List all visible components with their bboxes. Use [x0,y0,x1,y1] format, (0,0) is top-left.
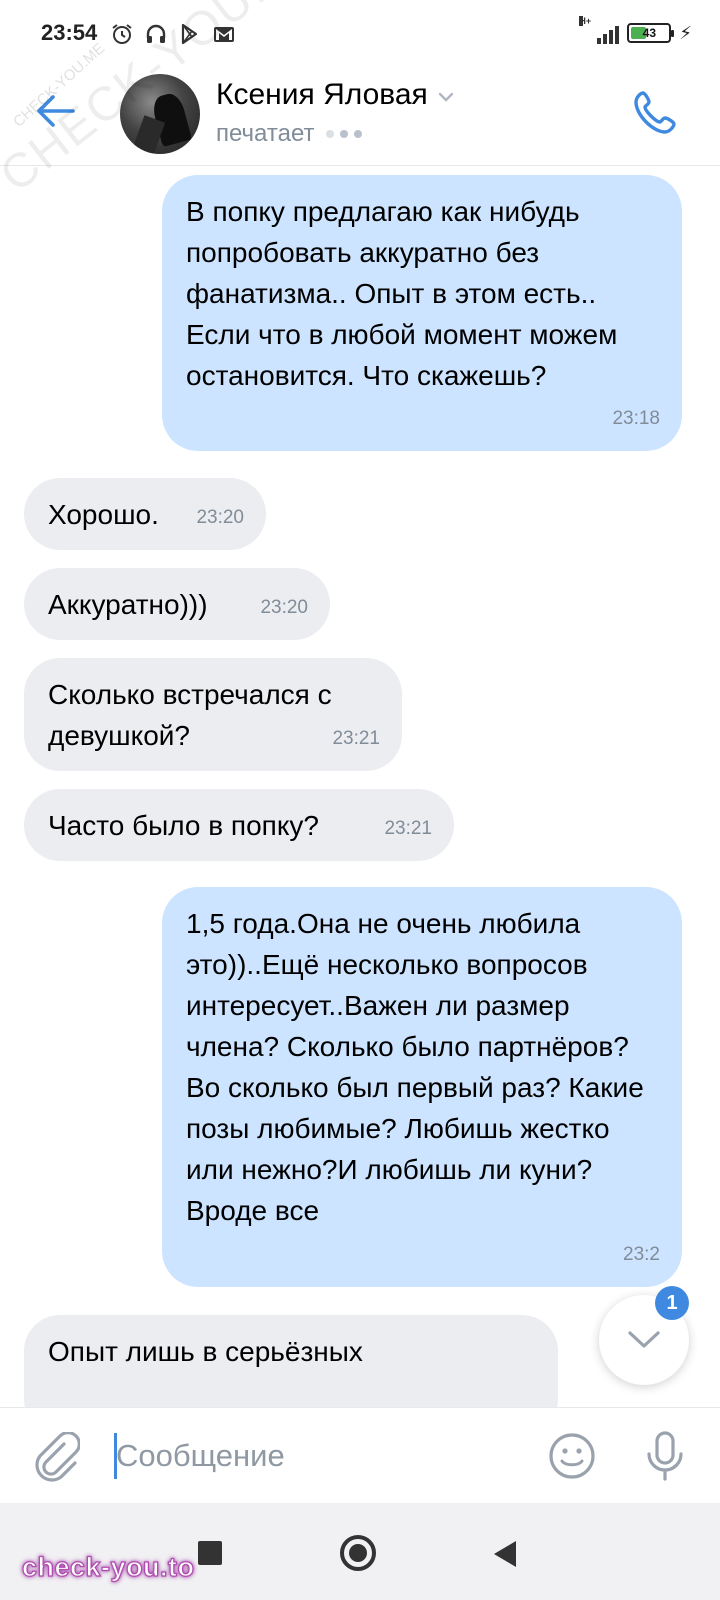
contact-name-row[interactable]: Ксения Яловая [216,78,454,112]
microphone-icon [647,1431,683,1481]
message-text: Опыт лишь в серьёзных [48,1336,363,1367]
status-right: H+ 43 ⚡ [579,16,692,44]
message-text: В попку предлагаю как нибудь попробовать… [186,196,618,391]
typing-status: печатает [216,120,315,147]
message-outgoing[interactable]: 1,5 года.Она не очень любила это))..Ещё … [162,887,682,1287]
message-time: 23:21 [332,728,380,749]
message-incoming[interactable]: Опыт лишь в серьёзных [24,1315,558,1407]
message-text: 1,5 года.Она не очень любила это))..Ещё … [186,908,644,1226]
message-incoming[interactable]: Аккуратно))) 23:20 [24,568,330,640]
system-back-button[interactable] [494,1541,516,1567]
message-time: 23:20 [196,507,244,528]
chevron-down-icon [628,1331,660,1348]
battery-icon: 43 [627,23,675,43]
message-incoming[interactable]: Сколько встречался с девушкой? 23:21 [24,658,402,771]
message-text: Сколько встречался с девушкой? [48,679,332,751]
status-bar: 23:54 H+ 43 ⚡ [0,0,720,68]
battery-level: 43 [642,26,657,40]
alarm-icon [112,24,132,44]
home-button[interactable] [340,1535,376,1571]
contact-name: Ксения Яловая [216,78,428,111]
chevron-down-icon [438,92,453,102]
message-incoming[interactable]: Хорошо. 23:20 [24,478,266,550]
message-input[interactable] [116,1428,516,1484]
message-time: 23:21 [384,818,432,839]
message-time: 23:18 [612,408,660,429]
network-type: H+ [579,16,592,26]
message-text: Часто было в попку? [48,810,319,841]
message-time: 23:20 [260,597,308,618]
message-list[interactable]: В попку предлагаю как нибудь попробовать… [0,167,720,1407]
unread-badge: 1 [655,1286,689,1320]
message-composer [0,1407,720,1503]
call-button[interactable] [630,86,682,138]
charging-icon: ⚡ [679,22,692,43]
message-time: 23:2 [623,1244,660,1265]
phone-icon [634,91,676,134]
signal-icon: H+ [579,16,620,44]
status-time: 23:54 [41,20,98,45]
attach-button[interactable] [32,1430,82,1484]
typing-indicator [326,130,363,138]
message-incoming[interactable]: Часто было в попку? 23:21 [24,789,454,861]
watermark-corner: check-you.to [21,1551,195,1582]
smiley-icon [549,1433,595,1479]
voice-message-button[interactable] [640,1428,690,1484]
message-outgoing[interactable]: В попку предлагаю как нибудь попробовать… [162,175,682,451]
contact-status-row: печатает [216,120,363,148]
recents-button[interactable] [198,1541,222,1565]
emoji-button[interactable] [546,1430,598,1482]
paperclip-icon [35,1432,80,1482]
